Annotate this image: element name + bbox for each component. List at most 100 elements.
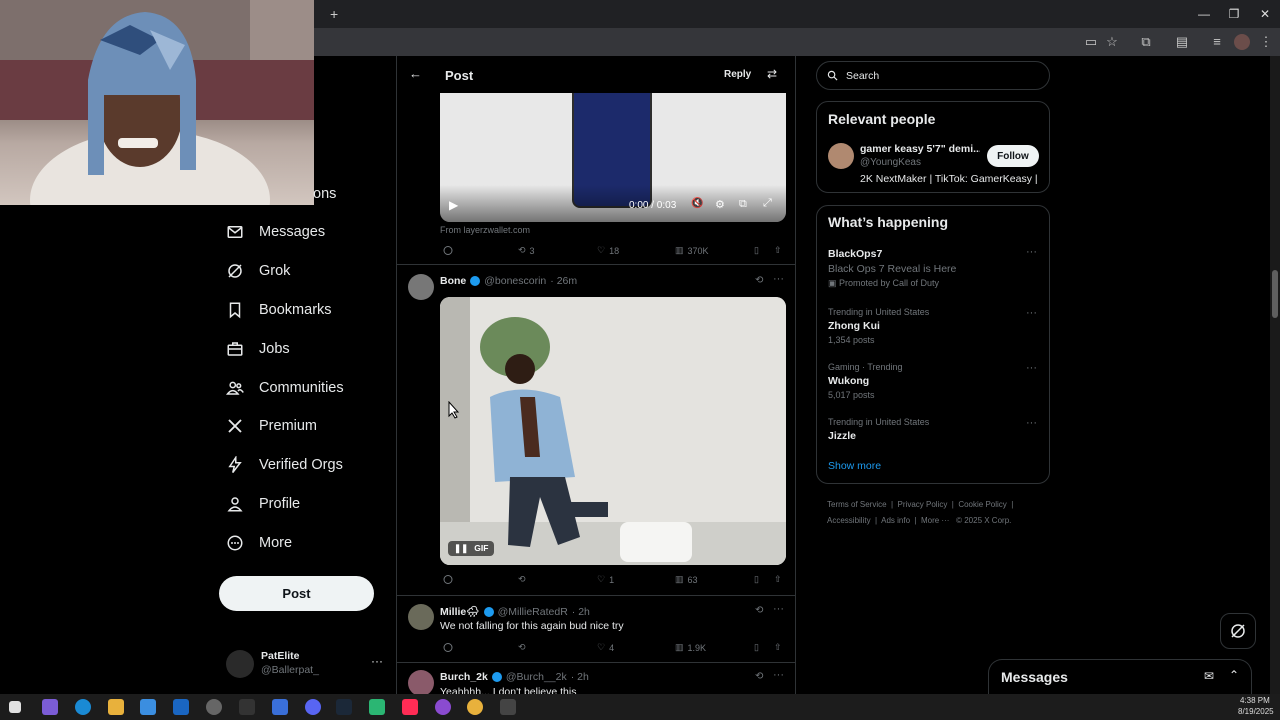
author-name[interactable]: Millie🌧: [440, 605, 480, 618]
app-icon[interactable]: [272, 699, 288, 715]
settings-icon[interactable]: [500, 699, 516, 715]
trend-item[interactable]: Trending in United States Zhong Kui 1,35…: [817, 303, 1049, 351]
search-input[interactable]: Search: [846, 70, 879, 82]
views-action[interactable]: ▥ 1.9K: [675, 642, 706, 653]
footer-link[interactable]: Cookie Policy: [958, 500, 1006, 509]
like-action[interactable]: ♡ 18: [597, 245, 619, 256]
back-arrow-icon[interactable]: ←: [409, 66, 422, 81]
reply-action[interactable]: [442, 574, 454, 586]
store-icon[interactable]: [140, 699, 156, 715]
sidebar-item-bookmarks[interactable]: Bookmarks: [226, 295, 332, 325]
post-more-icon[interactable]: ···: [773, 273, 784, 285]
post-more-icon[interactable]: ···: [773, 669, 784, 681]
share-action[interactable]: ⇧: [774, 245, 782, 256]
gif-badge[interactable]: ❚❚ GIF: [448, 541, 495, 556]
video-source[interactable]: From layerzwallet.com: [440, 225, 530, 235]
footer-link[interactable]: Privacy Policy: [898, 500, 948, 509]
sidebar-item-more[interactable]: More: [226, 528, 292, 558]
new-tab-button[interactable]: +: [330, 6, 338, 22]
trend-item[interactable]: Trending in United States Jizzle ···: [817, 413, 1049, 449]
views-action[interactable]: ▥ 63: [675, 574, 698, 585]
person-handle[interactable]: @YoungKeas: [860, 157, 921, 168]
bookmark-action[interactable]: ▯: [754, 245, 759, 256]
pip-icon[interactable]: ⧉: [739, 198, 747, 211]
app-icon[interactable]: [369, 699, 385, 715]
play-icon[interactable]: ▶: [449, 198, 458, 212]
trend-more-icon[interactable]: ···: [1026, 417, 1037, 429]
app-icon[interactable]: [206, 699, 222, 715]
minimize-button[interactable]: —: [1196, 6, 1212, 22]
sidebar-item-premium[interactable]: Premium: [226, 411, 317, 441]
chrome-icon[interactable]: [467, 699, 483, 715]
author-handle[interactable]: @bonescorin: [484, 275, 546, 287]
avatar[interactable]: [828, 143, 854, 169]
star-icon[interactable]: ☆: [1104, 34, 1120, 50]
restore-button[interactable]: ❐: [1226, 6, 1242, 22]
author-name[interactable]: Burch_2k: [440, 671, 488, 683]
edge-icon[interactable]: [75, 699, 91, 715]
footer-link[interactable]: Ads info: [881, 516, 910, 525]
sidebar-item-communities[interactable]: Communities: [226, 373, 344, 403]
trend-more-icon[interactable]: ···: [1026, 246, 1037, 258]
post-burch[interactable]: Burch_2k @Burch__2k · 2h ⟲ ··· Yeahhhh..…: [397, 663, 795, 694]
reply-action[interactable]: [442, 245, 454, 257]
mute-icon[interactable]: 🔇: [691, 198, 703, 209]
like-action[interactable]: ♡ 4: [597, 642, 614, 653]
share-action[interactable]: ⇧: [774, 642, 782, 653]
like-action[interactable]: ♡ 1: [597, 574, 614, 585]
repost-action[interactable]: ⟲: [518, 642, 526, 653]
outlook-icon[interactable]: [173, 699, 189, 715]
messages-drawer[interactable]: Messages ✉ ⌃: [988, 659, 1252, 695]
windows-start-icon[interactable]: [9, 701, 21, 713]
account-switcher[interactable]: PatElite @Ballerpat_ ···: [226, 650, 386, 680]
extensions-icon[interactable]: ⧉: [1138, 34, 1154, 50]
reply-button[interactable]: Reply: [724, 69, 751, 80]
repost-action[interactable]: ⟲ 3: [518, 245, 535, 256]
epic-games-icon[interactable]: [239, 699, 255, 715]
fullscreen-icon[interactable]: ⤢: [763, 197, 772, 210]
avatar[interactable]: [408, 604, 434, 630]
grok-icon[interactable]: ⟲: [755, 605, 763, 616]
trend-item[interactable]: Gaming · Trending Wukong 5,017 posts ···: [817, 358, 1049, 406]
footer-link[interactable]: Accessibility: [827, 516, 871, 525]
grok-icon[interactable]: ⟲: [755, 671, 763, 682]
avatar[interactable]: [408, 274, 434, 300]
author-handle[interactable]: @MillieRatedR: [498, 606, 568, 618]
show-more-link[interactable]: Show more: [828, 460, 881, 472]
author-handle[interactable]: @Burch__2k: [506, 671, 567, 683]
sidebar-item-verified-orgs[interactable]: Verified Orgs: [226, 450, 343, 480]
repost-action[interactable]: ⟲: [518, 574, 526, 585]
reply-settings-icon[interactable]: ⇄: [767, 67, 777, 81]
sidebar-item-profile[interactable]: Profile: [226, 489, 300, 519]
trend-more-icon[interactable]: ···: [1026, 307, 1037, 319]
settings-icon[interactable]: ⚙: [715, 198, 725, 211]
footer-link[interactable]: More ···: [921, 516, 949, 525]
clock-date[interactable]: 8/19/2025: [1238, 707, 1274, 716]
search-box[interactable]: Search: [816, 61, 1050, 90]
grok-floating-button[interactable]: [1220, 613, 1256, 649]
tiktok-icon[interactable]: [402, 699, 418, 715]
trend-item[interactable]: BlackOps7 Black Ops 7 Reveal is Here ▣ P…: [817, 244, 1049, 294]
gif-media[interactable]: ❚❚ GIF: [440, 297, 786, 565]
post-bone[interactable]: Bone @bonescorin · 26m ⟲ ··· ❚❚ GIF ⟲ ♡ …: [397, 265, 795, 595]
bookmark-action[interactable]: ▯: [754, 642, 759, 653]
steam-icon[interactable]: [336, 699, 352, 715]
file-explorer-icon[interactable]: [108, 699, 124, 715]
follow-button[interactable]: Follow: [987, 145, 1039, 167]
author-name[interactable]: Bone: [440, 275, 466, 287]
trend-more-icon[interactable]: ···: [1026, 362, 1037, 374]
expand-icon[interactable]: ⌃: [1229, 668, 1239, 682]
avatar[interactable]: [408, 670, 434, 694]
scrollbar-thumb[interactable]: [1272, 270, 1278, 318]
install-app-icon[interactable]: ▭: [1083, 34, 1099, 50]
sidepanel-icon[interactable]: ▤: [1174, 34, 1190, 50]
app-icon[interactable]: [435, 699, 451, 715]
post-button[interactable]: Post: [219, 576, 374, 611]
video-player[interactable]: ▶ 0:00 / 0:03 🔇 ⚙ ⧉ ⤢: [440, 93, 786, 222]
copilot-icon[interactable]: [42, 699, 58, 715]
media-icon[interactable]: ≡: [1209, 34, 1225, 50]
close-window-button[interactable]: ✕: [1257, 6, 1273, 22]
bookmark-action[interactable]: ▯: [754, 574, 759, 585]
new-message-icon[interactable]: ✉: [1204, 669, 1214, 683]
post-millie[interactable]: Millie🌧 @MillieRatedR · 2h ⟲ ··· We not …: [397, 596, 795, 662]
